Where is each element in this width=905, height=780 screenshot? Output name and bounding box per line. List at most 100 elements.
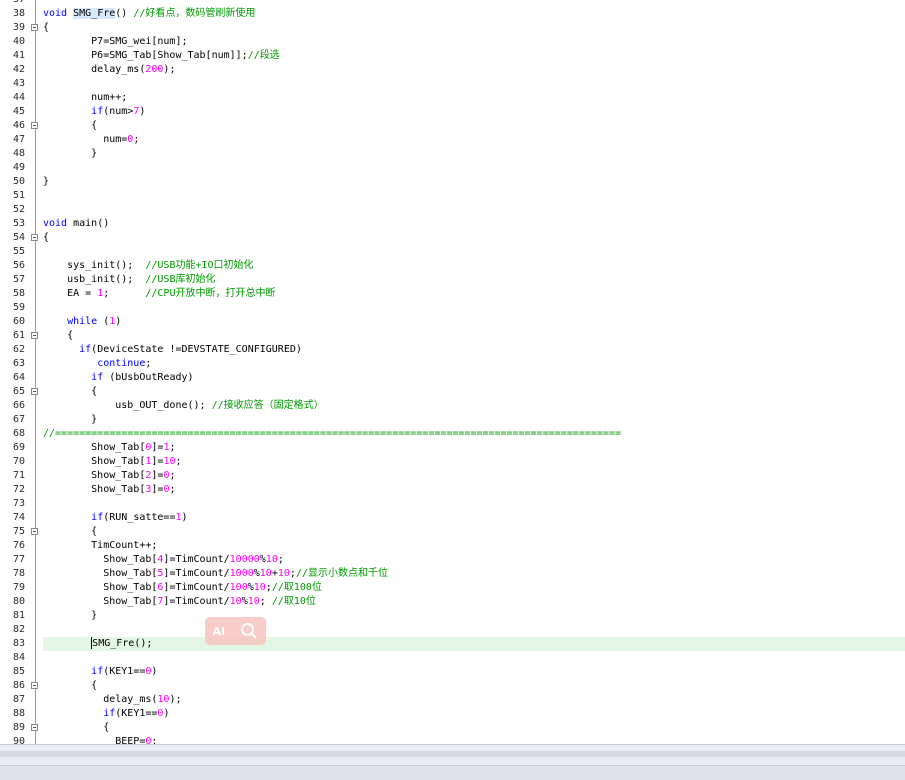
code-text[interactable]: {: [43, 385, 97, 399]
code-line[interactable]: 50}: [0, 175, 905, 189]
code-text[interactable]: Show_Tab[7]=TimCount/10%10; //取10位: [43, 595, 316, 609]
code-line[interactable]: 58 EA = 1; //CPU开放中断，打开总中断: [0, 287, 905, 301]
code-line[interactable]: 79 Show_Tab[6]=TimCount/100%10;//取100位: [0, 581, 905, 595]
code-text[interactable]: continue;: [43, 357, 151, 371]
fold-collapse-icon[interactable]: [31, 682, 38, 689]
code-line[interactable]: 84: [0, 651, 905, 665]
code-line[interactable]: 68 //====================================…: [0, 427, 905, 441]
code-text[interactable]: {: [43, 231, 49, 245]
code-text[interactable]: }: [43, 413, 97, 427]
code-line[interactable]: 45 if(num>7): [0, 105, 905, 119]
code-text[interactable]: Show_Tab[2]=0;: [43, 469, 175, 483]
code-line[interactable]: 51: [0, 189, 905, 203]
code-line[interactable]: 67 }: [0, 413, 905, 427]
code-line[interactable]: 46 {: [0, 119, 905, 133]
code-text[interactable]: if(num>7): [43, 105, 145, 119]
code-line[interactable]: 88 if(KEY1==0): [0, 707, 905, 721]
code-text[interactable]: sys_init(); //USB功能+IO口初始化: [43, 259, 253, 273]
code-line[interactable]: 57 usb_init(); //USB库初始化: [0, 273, 905, 287]
fold-collapse-icon[interactable]: [31, 332, 38, 339]
code-text[interactable]: {: [43, 119, 97, 133]
code-text[interactable]: delay_ms(10);: [43, 693, 181, 707]
code-text[interactable]: {: [43, 329, 73, 343]
code-line[interactable]: 39 {: [0, 21, 905, 35]
code-text[interactable]: num=0;: [43, 133, 139, 147]
code-line[interactable]: 61 {: [0, 329, 905, 343]
code-text[interactable]: if(KEY1==0): [43, 665, 157, 679]
fold-collapse-icon[interactable]: [31, 724, 38, 731]
code-text[interactable]: Show_Tab[4]=TimCount/10000%10;: [43, 553, 284, 567]
code-text[interactable]: }: [43, 147, 97, 161]
code-line[interactable]: 81 }: [0, 609, 905, 623]
code-line[interactable]: 41 P6=SMG_Tab[Show_Tab[num]];//段选: [0, 49, 905, 63]
code-text[interactable]: {: [43, 21, 49, 35]
code-text[interactable]: {: [43, 525, 97, 539]
code-text[interactable]: if(DeviceState !=DEVSTATE_CONFIGURED): [43, 343, 302, 357]
code-line[interactable]: 65 {: [0, 385, 905, 399]
code-text[interactable]: usb_OUT_done(); //接收应答（固定格式）: [43, 399, 323, 413]
code-line[interactable]: 87 delay_ms(10);: [0, 693, 905, 707]
code-text[interactable]: Show_Tab[5]=TimCount/1000%10+10;//显示小数点和…: [43, 567, 388, 581]
code-text[interactable]: //======================================…: [43, 427, 621, 441]
code-text[interactable]: TimCount++;: [43, 539, 157, 553]
code-line[interactable]: 71 Show_Tab[2]=0;: [0, 469, 905, 483]
code-text[interactable]: {: [43, 679, 97, 693]
code-line[interactable]: 75 {: [0, 525, 905, 539]
code-line[interactable]: 62 if(DeviceState !=DEVSTATE_CONFIGURED): [0, 343, 905, 357]
code-text[interactable]: {: [43, 721, 109, 735]
code-text[interactable]: }: [43, 175, 49, 189]
code-line[interactable]: 60 while (1): [0, 315, 905, 329]
code-text[interactable]: usb_init(); //USB库初始化: [43, 273, 215, 287]
code-line[interactable]: 38 void SMG_Fre() //好看点，数码管刷新使用: [0, 7, 905, 21]
code-line[interactable]: 85 if(KEY1==0): [0, 665, 905, 679]
code-line[interactable]: 64 if (bUsbOutReady): [0, 371, 905, 385]
code-line[interactable]: 54 {: [0, 231, 905, 245]
code-line[interactable]: 90 BEEP=0;: [0, 735, 905, 744]
code-line[interactable]: 80 Show_Tab[7]=TimCount/10%10; //取10位: [0, 595, 905, 609]
code-line[interactable]: 48 }: [0, 147, 905, 161]
horizontal-scrollbar[interactable]: [0, 751, 905, 757]
code-text[interactable]: while (1): [43, 315, 121, 329]
code-line[interactable]: 89 {: [0, 721, 905, 735]
code-line[interactable]: 86 {: [0, 679, 905, 693]
fold-collapse-icon[interactable]: [31, 234, 38, 241]
code-line[interactable]: 74 if(RUN_satte==1): [0, 511, 905, 525]
code-text[interactable]: void SMG_Fre() //好看点，数码管刷新使用: [43, 7, 255, 21]
fold-collapse-icon[interactable]: [31, 122, 38, 129]
code-line[interactable]: 82: [0, 623, 905, 637]
code-text[interactable]: Show_Tab[0]=1;: [43, 441, 175, 455]
code-text[interactable]: Show_Tab[3]=0;: [43, 483, 175, 497]
code-line[interactable]: 73: [0, 497, 905, 511]
code-text[interactable]: num++;: [43, 91, 127, 105]
code-line[interactable]: 43: [0, 77, 905, 91]
ai-icon[interactable]: Ai: [213, 625, 225, 638]
code-text[interactable]: Show_Tab[1]=10;: [43, 455, 181, 469]
code-line[interactable]: 66 usb_OUT_done(); //接收应答（固定格式）: [0, 399, 905, 413]
code-line[interactable]: 76 TimCount++;: [0, 539, 905, 553]
code-line[interactable]: 72 Show_Tab[3]=0;: [0, 483, 905, 497]
code-text[interactable]: SMG_Fre();: [43, 637, 152, 651]
fold-collapse-icon[interactable]: [31, 24, 38, 31]
code-line[interactable]: 56 sys_init(); //USB功能+IO口初始化: [0, 259, 905, 273]
fold-collapse-icon[interactable]: [31, 388, 38, 395]
code-text[interactable]: P7=SMG_wei[num];: [43, 35, 187, 49]
code-line[interactable]: 69 Show_Tab[0]=1;: [0, 441, 905, 455]
code-text[interactable]: BEEP=0;: [43, 735, 157, 744]
code-line[interactable]: 83 SMG_Fre();: [0, 637, 905, 651]
code-text[interactable]: }: [43, 609, 97, 623]
code-text[interactable]: P6=SMG_Tab[Show_Tab[num]];//段选: [43, 49, 280, 63]
fold-collapse-icon[interactable]: [31, 528, 38, 535]
code-text[interactable]: void main(): [43, 217, 109, 231]
code-line[interactable]: 47 num=0;: [0, 133, 905, 147]
code-line[interactable]: 78 Show_Tab[5]=TimCount/1000%10+10;//显示小…: [0, 567, 905, 581]
code-line[interactable]: 70 Show_Tab[1]=10;: [0, 455, 905, 469]
code-line[interactable]: 37: [0, 0, 905, 7]
code-line[interactable]: 59: [0, 301, 905, 315]
code-text[interactable]: EA = 1; //CPU开放中断，打开总中断: [43, 287, 275, 301]
code-line[interactable]: 40 P7=SMG_wei[num];: [0, 35, 905, 49]
code-line[interactable]: 52: [0, 203, 905, 217]
code-text[interactable]: delay_ms(200);: [43, 63, 175, 77]
code-line[interactable]: 49: [0, 161, 905, 175]
code-editor[interactable]: 3738 void SMG_Fre() //好看点，数码管刷新使用 39 {40 P7…: [0, 0, 905, 744]
code-line[interactable]: 63 continue;: [0, 357, 905, 371]
